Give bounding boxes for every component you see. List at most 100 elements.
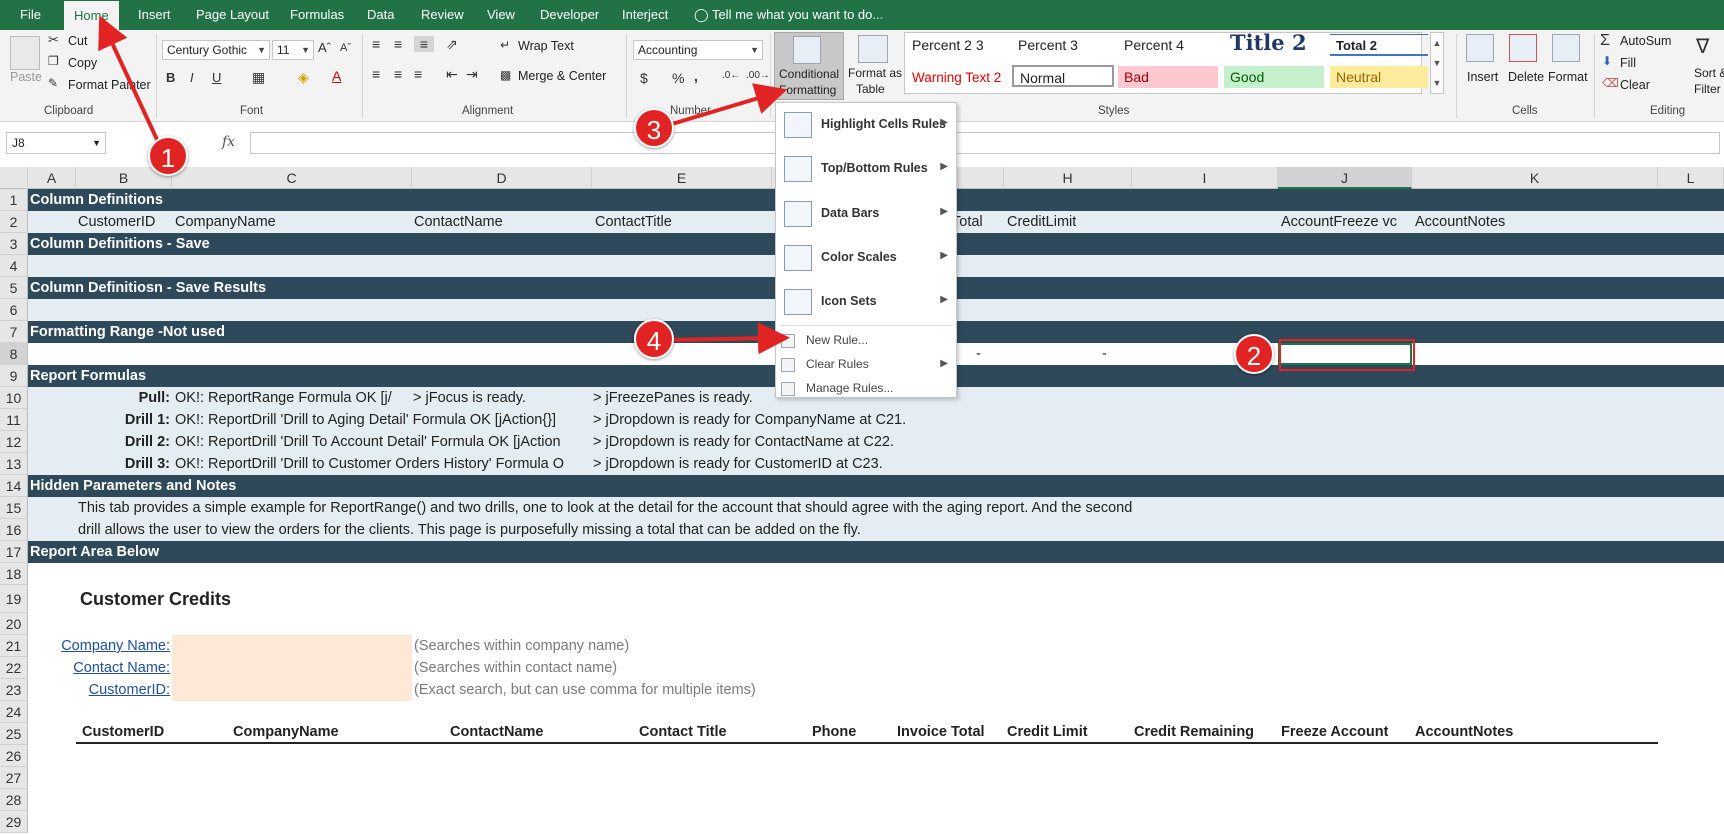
menu-item-icon-sets[interactable]: Icon Sets ▶	[776, 282, 956, 322]
row-header[interactable]: 3	[0, 233, 28, 255]
row-header[interactable]: 15	[0, 497, 28, 519]
customerid-input[interactable]	[172, 679, 412, 701]
format-as-table-icon[interactable]	[858, 35, 888, 63]
row-header[interactable]: 24	[0, 701, 28, 723]
report-col-customerid[interactable]: CustomerID	[82, 721, 164, 743]
decrease-decimal-icon[interactable]: .00→	[746, 70, 770, 81]
row-header[interactable]: 6	[0, 299, 28, 321]
row-header[interactable]: 20	[0, 613, 28, 635]
sort-filter-label-l1[interactable]: Sort &	[1694, 66, 1724, 80]
insert-cells-button[interactable]: Insert	[1467, 70, 1498, 84]
tab-data[interactable]: Data	[367, 0, 394, 30]
cell-k2[interactable]: AccountNotes	[1415, 211, 1505, 233]
report-col-contactname[interactable]: ContactName	[450, 721, 543, 743]
align-left-icon[interactable]: ≡	[372, 66, 380, 82]
row-header[interactable]: 26	[0, 745, 28, 767]
section-header-row[interactable]: Report Area Below	[28, 541, 1724, 563]
cell-c2[interactable]: CompanyName	[175, 211, 276, 233]
wrap-text-button[interactable]: Wrap Text	[518, 39, 574, 53]
row-header[interactable]: 12	[0, 431, 28, 453]
row-header[interactable]: 21	[0, 635, 28, 657]
style-warning-text-2[interactable]: Warning Text 2	[906, 67, 1001, 89]
row-header[interactable]: 29	[0, 811, 28, 833]
tab-file[interactable]: File	[20, 0, 41, 30]
company-name-input[interactable]	[172, 635, 412, 657]
tab-page-layout[interactable]: Page Layout	[196, 0, 269, 30]
row-header[interactable]: 10	[0, 387, 28, 409]
style-percent-3[interactable]: Percent 3	[1012, 34, 1078, 56]
align-bottom-icon[interactable]: ≡	[414, 36, 434, 52]
report-col-accountnotes[interactable]: AccountNotes	[1415, 721, 1513, 743]
row-header[interactable]: 14	[0, 475, 28, 497]
cut-button[interactable]: Cut	[68, 34, 87, 48]
cell-c13[interactable]: OK!: ReportDrill 'Drill to Customer Orde…	[175, 453, 593, 475]
tab-home[interactable]: Home	[64, 1, 119, 30]
table-row[interactable]: Drill 3: OK!: ReportDrill 'Drill to Cust…	[28, 453, 1724, 475]
paste-icon[interactable]	[10, 36, 40, 70]
bold-button[interactable]: B	[166, 70, 175, 85]
column-header-e[interactable]: E	[592, 167, 772, 189]
format-cells-button[interactable]: Format	[1548, 70, 1588, 84]
row-header[interactable]: 2	[0, 211, 28, 233]
shrink-font-icon[interactable]: Aˇ	[340, 42, 351, 54]
cell-g8[interactable]: -	[976, 343, 981, 365]
column-header-d[interactable]: D	[412, 167, 592, 189]
contact-name-link[interactable]: Contact Name:	[28, 657, 170, 679]
style-neutral[interactable]: Neutral	[1330, 66, 1428, 88]
cell-h2[interactable]: CreditLimit	[1007, 211, 1076, 233]
row-header[interactable]: 4	[0, 255, 28, 277]
column-header-l[interactable]: L	[1658, 167, 1724, 189]
align-middle-icon[interactable]: ≡	[394, 36, 402, 52]
tab-interject[interactable]: Interject	[622, 0, 668, 30]
report-col-contact-title[interactable]: Contact Title	[639, 721, 727, 743]
fill-color-icon[interactable]: ◈	[298, 69, 309, 86]
table-row[interactable]: Drill 2: OK!: ReportDrill 'Drill To Acco…	[28, 431, 1724, 453]
cell-d2[interactable]: ContactName	[414, 211, 503, 233]
table-row[interactable]: This tab provides a simple example for R…	[28, 497, 1724, 519]
row-header[interactable]: 18	[0, 563, 28, 585]
column-header-h[interactable]: H	[1004, 167, 1132, 189]
column-header-c[interactable]: C	[172, 167, 412, 189]
decrease-indent-icon[interactable]: ⇤	[446, 66, 458, 83]
contact-name-input[interactable]	[172, 657, 412, 679]
name-box[interactable]: J8 ▼	[6, 132, 106, 154]
format-as-table-label-l1[interactable]: Format as	[848, 66, 902, 80]
cell-c11[interactable]: OK!: ReportDrill 'Drill to Aging Detail'…	[175, 409, 593, 431]
row-header[interactable]: 22	[0, 657, 28, 679]
tab-formulas[interactable]: Formulas	[290, 0, 344, 30]
customerid-link[interactable]: CustomerID:	[28, 679, 170, 701]
menu-item-clear-rules[interactable]: Clear Rules ▶	[776, 353, 956, 377]
table-row[interactable]: Drill 1: OK!: ReportDrill 'Drill to Agin…	[28, 409, 1724, 431]
cell-e11[interactable]: > jDropdown is ready for CompanyName at …	[593, 409, 906, 431]
menu-item-new-rule[interactable]: New Rule...	[776, 329, 956, 353]
font-name-select[interactable]: Century Gothic ▼	[162, 40, 270, 60]
row-header[interactable]: 16	[0, 519, 28, 541]
style-good[interactable]: Good	[1224, 66, 1324, 88]
align-top-icon[interactable]: ≡	[372, 36, 380, 52]
cell-e12[interactable]: > jDropdown is ready for ContactName at …	[593, 431, 894, 453]
report-col-credit-remaining[interactable]: Credit Remaining	[1134, 721, 1254, 743]
font-color-icon[interactable]: A	[332, 68, 341, 84]
column-header-k[interactable]: K	[1412, 167, 1658, 189]
cell-e2[interactable]: ContactTitle	[595, 211, 672, 233]
row-header[interactable]: 13	[0, 453, 28, 475]
delete-cells-icon[interactable]	[1509, 34, 1537, 62]
comma-button[interactable]: ,	[694, 68, 698, 84]
row-header[interactable]: 1	[0, 189, 28, 211]
styles-gallery-scroll[interactable]: ▲ ▼ ▼	[1430, 32, 1444, 94]
clear-button[interactable]: Clear	[1620, 78, 1650, 92]
autosum-button[interactable]: AutoSum	[1620, 34, 1671, 48]
insert-cells-icon[interactable]	[1466, 34, 1494, 62]
font-size-select[interactable]: 11 ▼	[272, 40, 314, 60]
cell-b2[interactable]: CustomerID	[78, 211, 155, 233]
fill-button[interactable]: Fill	[1620, 56, 1636, 70]
function-icon[interactable]: fx	[222, 134, 235, 150]
tab-review[interactable]: Review	[421, 0, 464, 30]
orientation-icon[interactable]: ⇗	[446, 36, 458, 53]
cell-h8[interactable]: -	[1102, 343, 1107, 365]
row-header[interactable]: 27	[0, 767, 28, 789]
align-center-icon[interactable]: ≡	[394, 66, 402, 82]
delete-cells-button[interactable]: Delete	[1508, 70, 1544, 84]
align-right-icon[interactable]: ≡	[414, 66, 422, 82]
sort-filter-icon[interactable]: ∇	[1696, 34, 1709, 59]
